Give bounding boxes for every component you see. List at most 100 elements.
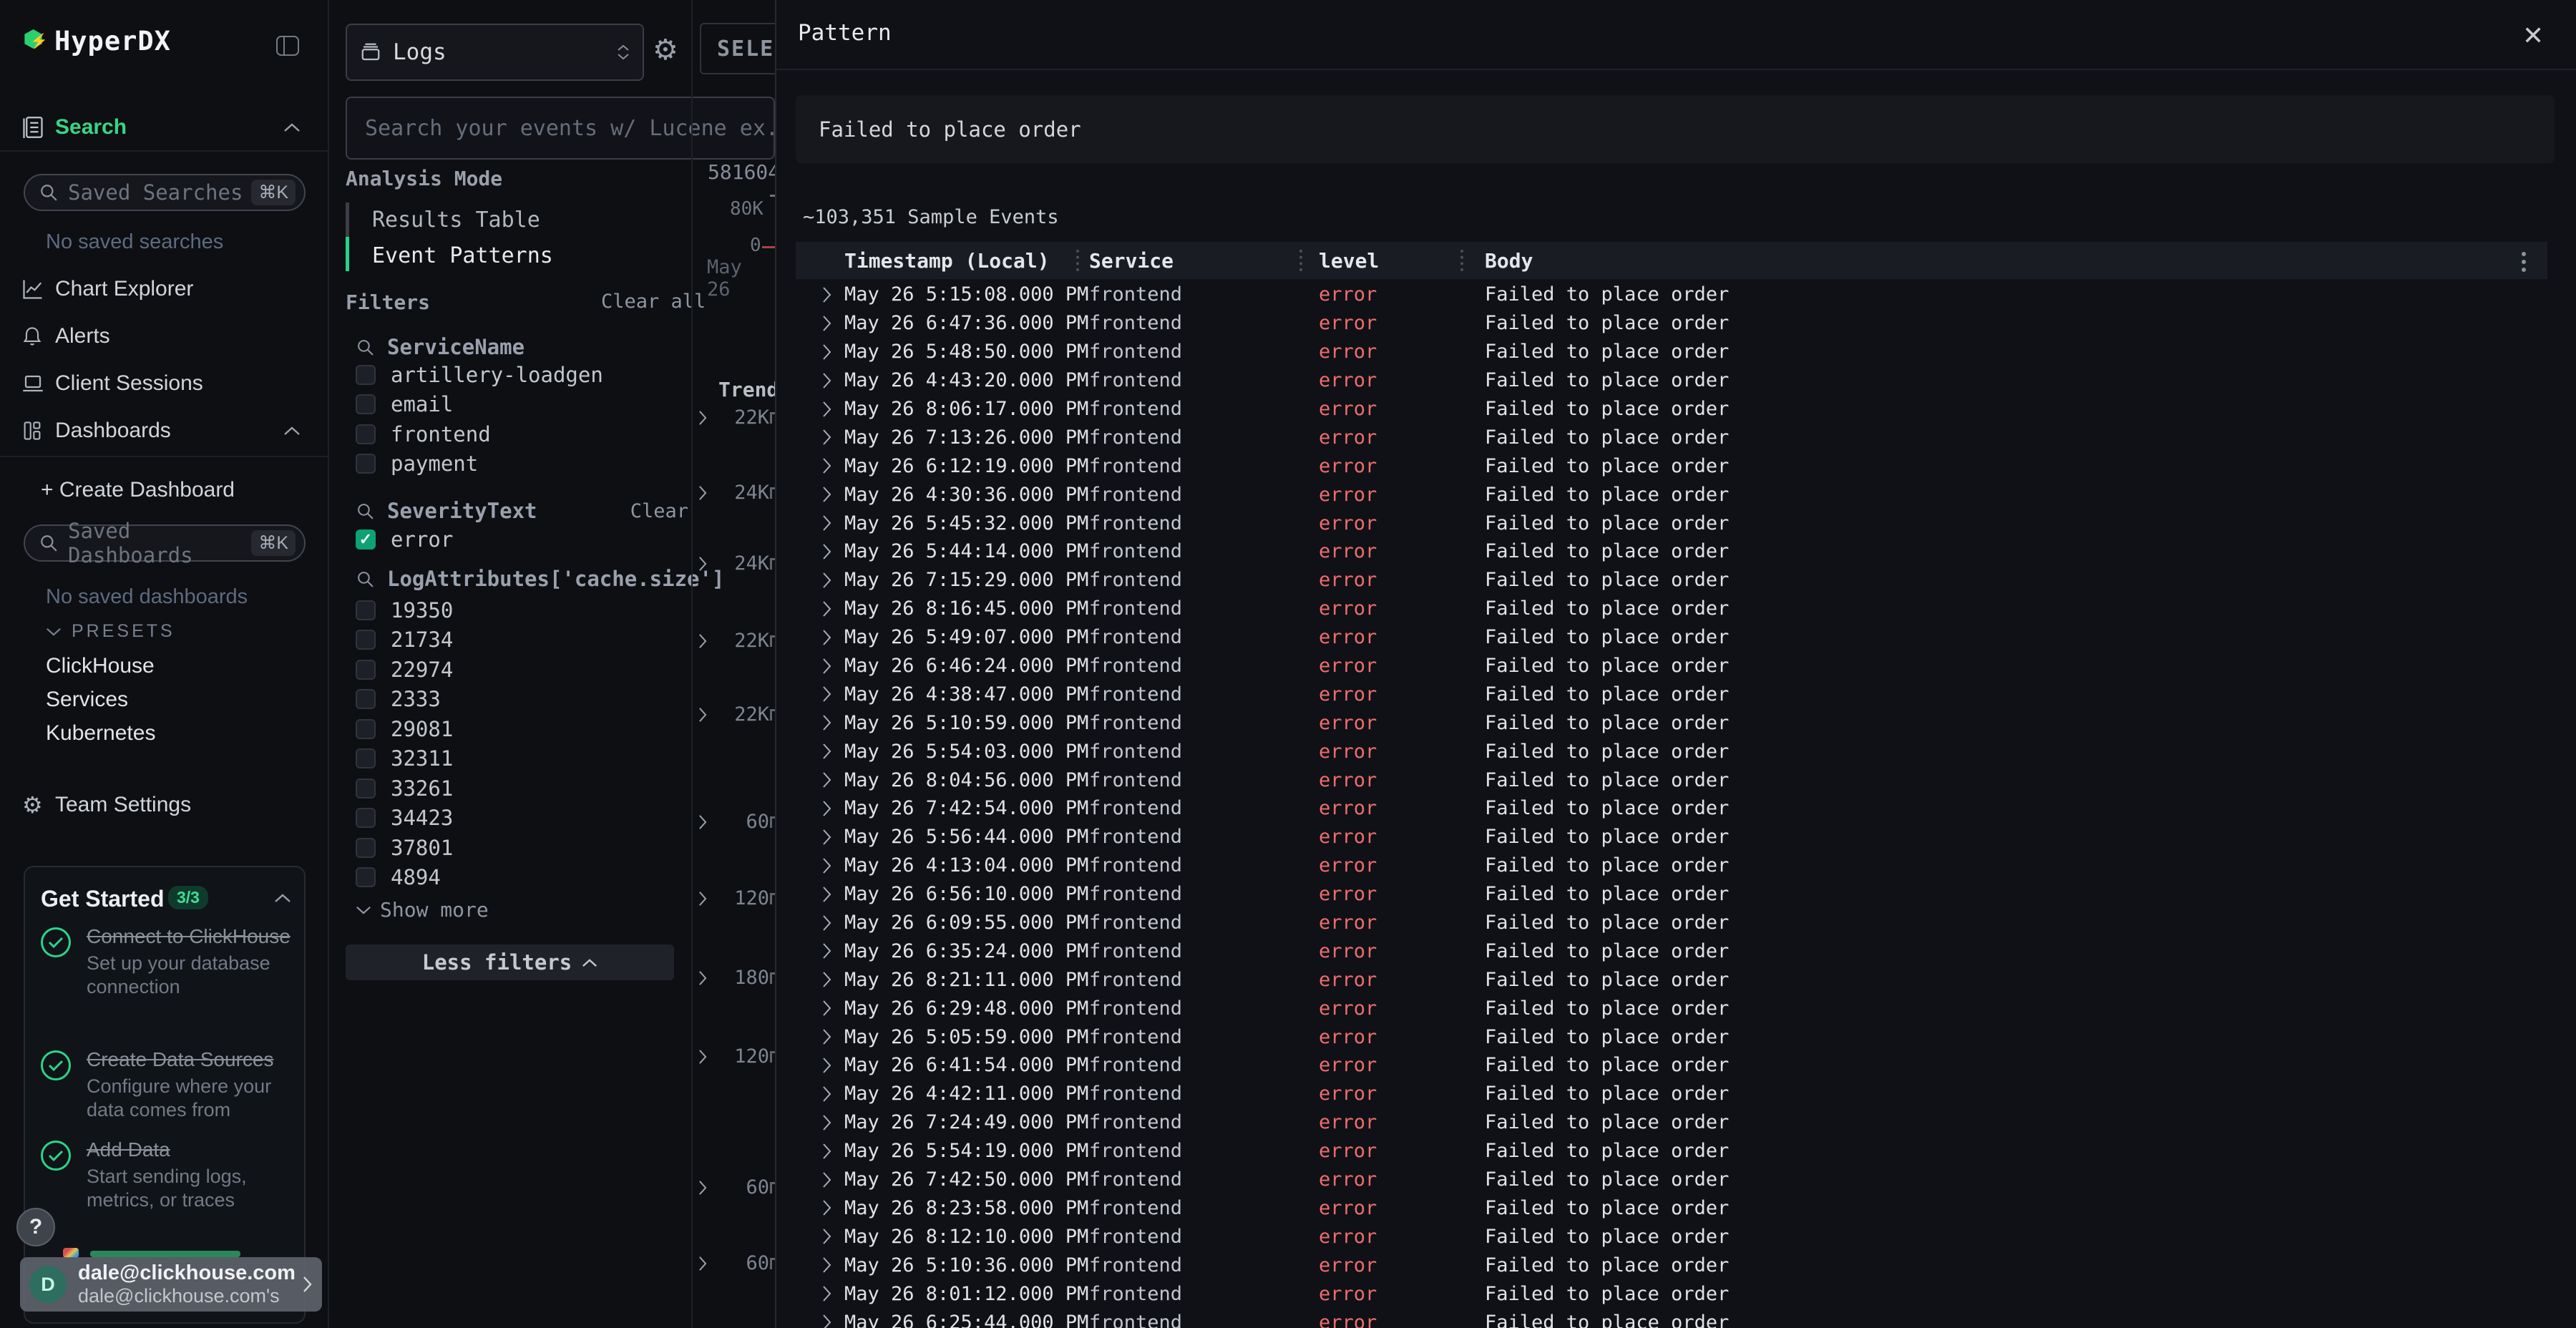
chevron-right-icon[interactable] bbox=[796, 685, 844, 703]
get-started-item-connect[interactable]: Connect to ClickHouse Set up your databa… bbox=[41, 924, 291, 999]
event-row[interactable]: May 26 7:42:50.000 PM frontend error Fai… bbox=[796, 1166, 2547, 1194]
less-filters-button[interactable]: Less filters bbox=[346, 944, 674, 980]
preset-kubernetes[interactable]: Kubernetes bbox=[46, 721, 155, 746]
checkbox[interactable] bbox=[356, 867, 376, 887]
clear-all-button[interactable]: Clear all bbox=[601, 290, 706, 313]
event-row[interactable]: May 26 6:09:55.000 PM frontend error Fai… bbox=[796, 909, 2547, 937]
show-more-toggle[interactable]: Show more bbox=[356, 898, 489, 922]
chevron-right-icon[interactable] bbox=[796, 743, 844, 760]
search-icon[interactable] bbox=[356, 570, 374, 588]
pattern-trend-row[interactable]: 60 bbox=[693, 1252, 776, 1274]
source-select[interactable]: Logs bbox=[346, 24, 644, 81]
event-row[interactable]: May 26 5:56:44.000 PM frontend error Fai… bbox=[796, 823, 2547, 851]
event-row[interactable]: May 26 8:16:45.000 PM frontend error Fai… bbox=[796, 595, 2547, 623]
pattern-trend-row[interactable]: 120 bbox=[693, 1045, 776, 1068]
event-row[interactable]: May 26 5:48:50.000 PM frontend error Fai… bbox=[796, 338, 2547, 366]
table-menu-icon[interactable] bbox=[2522, 252, 2526, 272]
event-row[interactable]: May 26 5:05:59.000 PM frontend error Fai… bbox=[796, 1022, 2547, 1051]
chevron-right-icon[interactable] bbox=[796, 714, 844, 731]
search-icon[interactable] bbox=[356, 502, 374, 520]
col-timestamp[interactable]: Timestamp (Local) bbox=[844, 249, 1089, 273]
collapse-sidebar-icon[interactable] bbox=[276, 36, 299, 56]
event-row[interactable]: May 26 4:30:36.000 PM frontend error Fai… bbox=[796, 480, 2547, 509]
checkbox[interactable] bbox=[356, 719, 376, 739]
filter-option[interactable]: 29081 bbox=[356, 714, 685, 744]
checkbox[interactable] bbox=[356, 660, 376, 680]
chevron-right-icon[interactable] bbox=[796, 942, 844, 960]
filter-option[interactable]: ✓ error bbox=[356, 524, 685, 555]
chevron-right-icon[interactable] bbox=[796, 1000, 844, 1017]
event-row[interactable]: May 26 5:15:08.000 PM frontend error Fai… bbox=[796, 280, 2547, 309]
event-row[interactable]: May 26 6:12:19.000 PM frontend error Fai… bbox=[796, 451, 2547, 480]
event-row[interactable]: May 26 5:10:59.000 PM frontend error Fai… bbox=[796, 708, 2547, 737]
filter-option[interactable]: artillery-loadgen bbox=[356, 360, 685, 390]
checkbox[interactable] bbox=[356, 454, 376, 474]
event-row[interactable]: May 26 6:35:24.000 PM frontend error Fai… bbox=[796, 937, 2547, 965]
checkbox[interactable]: ✓ bbox=[356, 529, 376, 550]
chevron-right-icon[interactable] bbox=[796, 457, 844, 474]
close-icon[interactable]: ✕ bbox=[2522, 21, 2544, 51]
mode-event-patterns[interactable]: Event Patterns bbox=[372, 243, 553, 268]
chevron-right-icon[interactable] bbox=[698, 707, 707, 723]
event-row[interactable]: May 26 4:43:20.000 PM frontend error Fai… bbox=[796, 366, 2547, 395]
event-row[interactable]: May 26 6:46:24.000 PM frontend error Fai… bbox=[796, 652, 2547, 680]
event-row[interactable]: May 26 8:04:56.000 PM frontend error Fai… bbox=[796, 766, 2547, 794]
sidebar-item-dashboards[interactable]: Dashboards bbox=[0, 415, 329, 446]
chevron-right-icon[interactable] bbox=[698, 891, 707, 907]
chevron-up-icon[interactable] bbox=[283, 426, 301, 436]
event-row[interactable]: May 26 7:24:49.000 PM frontend error Fai… bbox=[796, 1108, 2547, 1137]
search-icon[interactable] bbox=[356, 338, 374, 356]
filter-option[interactable]: 32311 bbox=[356, 744, 685, 774]
chevron-up-icon[interactable] bbox=[283, 122, 301, 132]
chevron-right-icon[interactable] bbox=[698, 814, 707, 830]
event-row[interactable]: May 26 8:21:11.000 PM frontend error Fai… bbox=[796, 965, 2547, 994]
chevron-up-icon[interactable] bbox=[274, 893, 291, 903]
preset-clickhouse[interactable]: ClickHouse bbox=[46, 654, 155, 678]
checkbox[interactable] bbox=[356, 600, 376, 620]
col-body[interactable]: Body bbox=[1485, 249, 2547, 273]
chevron-right-icon[interactable] bbox=[698, 970, 707, 986]
saved-searches-input[interactable]: Saved Searches ⌘K bbox=[24, 174, 306, 211]
chevron-right-icon[interactable] bbox=[698, 556, 707, 572]
filter-option[interactable]: 19350 bbox=[356, 595, 685, 625]
filter-option[interactable]: 34423 bbox=[356, 804, 685, 834]
checkbox[interactable] bbox=[356, 689, 376, 709]
chevron-right-icon[interactable] bbox=[796, 572, 844, 589]
filter-option[interactable]: frontend bbox=[356, 419, 685, 449]
chevron-right-icon[interactable] bbox=[796, 1228, 844, 1245]
chevron-right-icon[interactable] bbox=[796, 629, 844, 646]
event-row[interactable]: May 26 8:12:10.000 PM frontend error Fai… bbox=[796, 1222, 2547, 1251]
chevron-right-icon[interactable] bbox=[796, 1143, 844, 1160]
source-settings-gear-icon[interactable]: ⚙ bbox=[653, 34, 678, 67]
pattern-trend-row[interactable]: 60 bbox=[693, 811, 776, 833]
event-row[interactable]: May 26 8:06:17.000 PM frontend error Fai… bbox=[796, 395, 2547, 424]
sidebar-item-chart-explorer[interactable]: Chart Explorer bbox=[0, 273, 329, 305]
event-row[interactable]: May 26 6:47:36.000 PM frontend error Fai… bbox=[796, 309, 2547, 338]
chevron-right-icon[interactable] bbox=[698, 1256, 707, 1271]
chevron-right-icon[interactable] bbox=[796, 486, 844, 503]
sidebar-item-search[interactable]: Search bbox=[0, 112, 329, 143]
chevron-right-icon[interactable] bbox=[796, 1314, 844, 1328]
pattern-trend-row[interactable]: 180 bbox=[693, 967, 776, 989]
chevron-right-icon[interactable] bbox=[796, 857, 844, 874]
chevron-right-icon[interactable] bbox=[796, 1256, 844, 1274]
chevron-right-icon[interactable] bbox=[796, 1171, 844, 1188]
event-row[interactable]: May 26 4:38:47.000 PM frontend error Fai… bbox=[796, 680, 2547, 708]
get-started-item-sources[interactable]: Create Data Sources Configure where your… bbox=[41, 1048, 291, 1122]
checkbox[interactable] bbox=[356, 630, 376, 650]
chevron-right-icon[interactable] bbox=[796, 429, 844, 446]
chevron-right-icon[interactable] bbox=[698, 633, 707, 649]
chevron-right-icon[interactable] bbox=[796, 914, 844, 932]
event-row[interactable]: May 26 8:01:12.000 PM frontend error Fai… bbox=[796, 1279, 2547, 1308]
column-resize-handle[interactable] bbox=[1460, 250, 1463, 271]
chevron-right-icon[interactable] bbox=[796, 1057, 844, 1074]
pattern-trend-row[interactable]: 24K bbox=[693, 552, 776, 575]
filter-option[interactable]: email bbox=[356, 390, 685, 420]
column-resize-handle[interactable] bbox=[1299, 250, 1302, 271]
event-row[interactable]: May 26 4:42:11.000 PM frontend error Fai… bbox=[796, 1080, 2547, 1108]
clear-severity-button[interactable]: Clear bbox=[630, 500, 688, 522]
checkbox[interactable] bbox=[356, 394, 376, 414]
preset-services[interactable]: Services bbox=[46, 688, 128, 712]
event-row[interactable]: May 26 5:49:07.000 PM frontend error Fai… bbox=[796, 623, 2547, 652]
checkbox[interactable] bbox=[356, 778, 376, 799]
